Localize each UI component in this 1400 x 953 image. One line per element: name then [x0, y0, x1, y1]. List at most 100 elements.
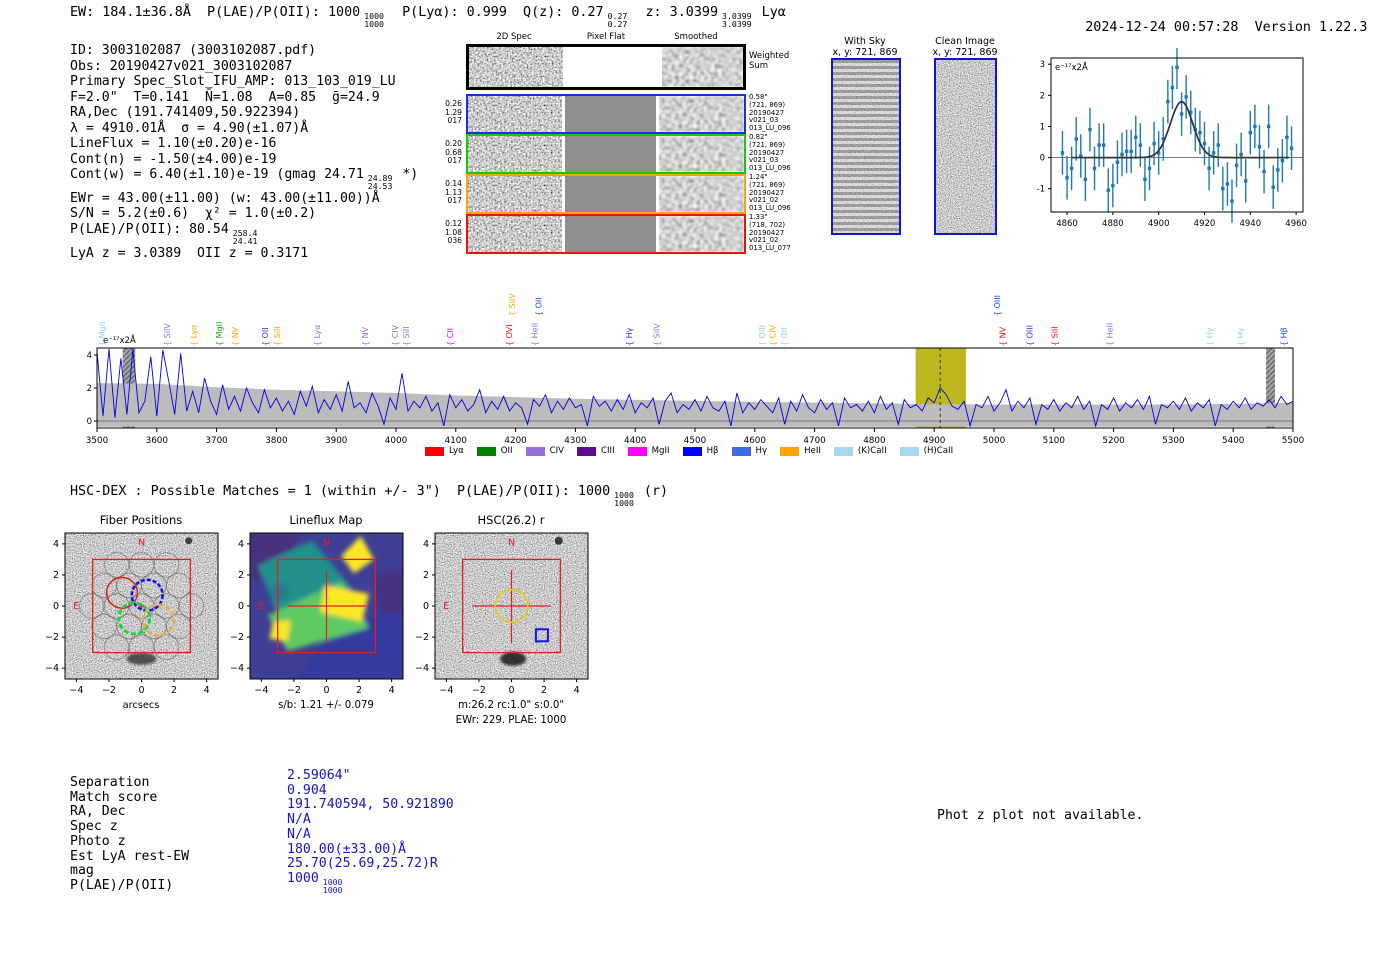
- svg-text:1: 1: [1040, 122, 1045, 132]
- svg-text:{ OII: { OII: [780, 327, 789, 346]
- svg-text:2: 2: [238, 570, 244, 581]
- svg-text:E: E: [443, 601, 449, 612]
- svg-text:4940: 4940: [1239, 219, 1261, 229]
- svg-text:{ NV: { NV: [998, 326, 1007, 346]
- legend-item: CIII: [577, 446, 615, 456]
- svg-text:N: N: [138, 537, 145, 548]
- weighted-sum-label: Weighted Sum: [749, 51, 790, 71]
- svg-text:4880: 4880: [1102, 219, 1124, 229]
- legend-item: (K)CaII: [833, 446, 887, 456]
- info-line: EWr = 43.00(±11.00) (w: 43.00(±11.00))Å: [70, 190, 380, 206]
- svg-text:4900: 4900: [1148, 219, 1170, 229]
- legend-item: OII: [476, 446, 513, 456]
- svg-text:3600: 3600: [146, 436, 169, 446]
- svg-text:3700: 3700: [205, 436, 228, 446]
- match-row-label: Photo z: [70, 833, 126, 849]
- spectrum-legend: Lyα OII CIV CIII MgII Hβ Hγ HeII (K)CaII (H)CaII: [425, 446, 966, 456]
- full-spectrum-plot: 0 2 4 3500 3600 3700 3800 3900 4000 4100 4200 4300 4…: [86, 293, 1305, 446]
- svg-text:{ OIII: { OIII: [1025, 325, 1034, 346]
- svg-text:5300: 5300: [1162, 436, 1185, 446]
- info-line: LyA z = 3.0389 OII z = 0.3171: [70, 245, 309, 261]
- header-meta: 2024-12-24 00:57:28 Version 1.22.3: [1053, 5, 1367, 50]
- svg-text:−4: −4: [230, 663, 244, 674]
- report-datetime: 2024-12-24 00:57:28: [1085, 20, 1239, 35]
- match-row-label: Spec z: [70, 819, 118, 835]
- svg-text:−4: −4: [69, 685, 83, 696]
- svg-text:{ OVI: { OVI: [505, 324, 514, 346]
- info-line: RA,Dec (191.741409,50.922394): [70, 105, 301, 120]
- legend-swatch: [899, 446, 919, 456]
- svg-text:{ SiII: { SiII: [402, 326, 411, 346]
- clean-image-title: Clean Image: [935, 36, 995, 47]
- match-row-label: mag: [70, 863, 94, 879]
- svg-text:2: 2: [171, 685, 177, 696]
- photz-note: Phot z plot not available.: [937, 808, 1144, 823]
- with-sky-xy: x, y: 721, 869: [832, 47, 898, 58]
- svg-text:-1: -1: [1037, 185, 1045, 195]
- svg-text:4300: 4300: [564, 436, 587, 446]
- svg-text:4920: 4920: [1194, 219, 1216, 229]
- svg-text:4500: 4500: [684, 436, 707, 446]
- svg-text:−4: −4: [439, 685, 453, 696]
- svg-text:E: E: [73, 601, 79, 612]
- svg-text:{ CIV: { CIV: [391, 324, 400, 346]
- elixer-report: EW: 184.1±36.8Å P(LAE)/P(OII): 1000 1000 1…: [0, 0, 1400, 953]
- svg-text:{ SiIV: { SiIV: [653, 323, 662, 346]
- svg-text:4: 4: [423, 539, 429, 550]
- match-row-label: Match score: [70, 789, 158, 805]
- svg-text:e⁻¹⁷x2Å: e⁻¹⁷x2Å: [1055, 61, 1088, 73]
- info-line: Primary Spec_Slot_IFU_AMP: 013_103_019_L…: [70, 74, 396, 89]
- detection-info-block: ID: 3003102087 (3003102087.pdf) Obs: 2019…: [70, 43, 418, 261]
- svg-text:4900: 4900: [923, 436, 946, 446]
- line-fit-plot: -1 0 1 2 3 4860 4880 4900 4920 4940 4960 e⁻¹⁷x2Å: [1037, 48, 1307, 229]
- svg-text:{ CIV: { CIV: [769, 324, 778, 346]
- catalog-match-table: Separation 2.59064" Match score 0.904 RA, De…: [70, 768, 454, 895]
- svg-text:4000: 4000: [385, 436, 408, 446]
- svg-text:4: 4: [389, 685, 395, 696]
- svg-text:4700: 4700: [803, 436, 826, 446]
- header-summary-line: EW: 184.1±36.8Å P(LAE)/P(OII): 1000 1000 1…: [70, 5, 786, 30]
- match-row-value: 0.904: [287, 782, 327, 798]
- fiber-row-weights: 0.12 1.08 036: [445, 219, 462, 246]
- svg-text:{ SiII: { SiII: [273, 326, 282, 346]
- match-row-label: Separation: [70, 775, 150, 790]
- info-line: F=2.0" T=0.141 N̄=1.08 A=0.85 ḡ=24.9: [70, 89, 380, 105]
- legend-item: CIV: [525, 446, 564, 456]
- svg-text:−2: −2: [45, 632, 59, 643]
- match-row-label: P(LAE)/P(OII): [70, 877, 174, 893]
- svg-text:{ Lyα: { Lyα: [189, 325, 198, 346]
- svg-text:4960: 4960: [1285, 219, 1307, 229]
- fiber-row-weights: 0.20 0.68 017: [445, 139, 462, 166]
- svg-text:4200: 4200: [504, 436, 527, 446]
- legend-swatch: [731, 446, 751, 456]
- info-line: λ = 4910.01Å σ = 4.90(±1.07)Å: [70, 120, 309, 136]
- match-row-value: 2.59064": [287, 768, 351, 783]
- with-sky-header: With Sky x, y: 721, 869: [818, 36, 912, 58]
- info-line: Cont(w) = 6.40(±1.10)e-19 (gmag 24.71 24.…: [70, 167, 419, 192]
- svg-text:{ Hβ: { Hβ: [1279, 327, 1288, 346]
- svg-text:{ Hγ: { Hγ: [1205, 327, 1214, 346]
- svg-text:{ Lyα: { Lyα: [313, 325, 322, 346]
- legend-swatch: [833, 446, 853, 456]
- fiber-row-id: 0.82" (721, 869) 20190427 v021_03 013_LU_096: [749, 133, 791, 173]
- svg-text:{ CII: { CII: [446, 328, 455, 346]
- match-row-label: RA, Dec: [70, 804, 126, 820]
- svg-text:s/b: 1.21 +/- 0.079: s/b: 1.21 +/- 0.079: [278, 700, 374, 711]
- match-row-label: Est LyA rest-EW: [70, 848, 190, 864]
- legend-swatch: [577, 446, 597, 456]
- twod-col-title: Pixel Flat: [586, 32, 626, 42]
- clean-image: [934, 58, 997, 235]
- clean-image-xy: x, y: 721, 869: [932, 47, 998, 58]
- svg-text:{ MgII: { MgII: [215, 322, 224, 346]
- match-row-value: 180.00(±33.00)Å: [287, 841, 407, 857]
- legend-swatch: [780, 446, 800, 456]
- svg-text:3500: 3500: [86, 436, 109, 446]
- svg-text:4100: 4100: [445, 436, 468, 446]
- svg-text:{ OIII: { OIII: [993, 295, 1002, 316]
- svg-text:E: E: [258, 601, 264, 612]
- svg-text:4: 4: [53, 539, 59, 550]
- fiber-row-weights: 0.14 1.13 017: [445, 179, 462, 206]
- svg-text:5400: 5400: [1222, 436, 1245, 446]
- svg-text:−4: −4: [254, 685, 268, 696]
- svg-text:5500: 5500: [1282, 436, 1305, 446]
